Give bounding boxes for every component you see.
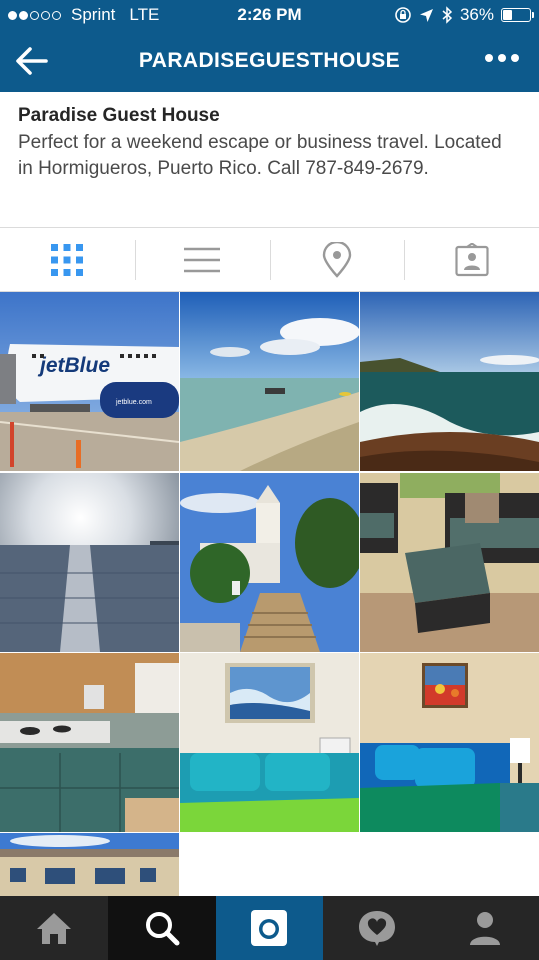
more-dot	[498, 54, 506, 62]
photo-tile-beach[interactable]	[180, 292, 359, 471]
activity-heart-icon	[359, 911, 396, 946]
nav-profile[interactable]	[431, 896, 539, 960]
grid-view-icon	[51, 243, 84, 276]
jetblue-url-text: jetblue.com	[115, 399, 152, 406]
nav-activity[interactable]	[323, 896, 431, 960]
photo-grid: jetblue.com jetBlue	[0, 292, 539, 896]
more-dot	[511, 54, 519, 62]
tab-map[interactable]	[269, 228, 405, 291]
status-bar: Sprint LTE 2:26 PM 36%	[0, 0, 539, 30]
photo-tile-church[interactable]	[180, 473, 359, 652]
bluetooth-icon	[442, 6, 453, 24]
battery-percent: 36%	[459, 5, 494, 24]
bottom-navigation	[0, 896, 539, 960]
page-title: PARADISEGUESTHOUSE	[138, 49, 401, 72]
location-pin-icon	[322, 241, 352, 278]
tab-tagged[interactable]	[404, 228, 539, 291]
location-arrow-icon	[419, 8, 433, 22]
camera-icon	[251, 910, 288, 946]
battery-icon	[501, 8, 534, 22]
nav-search[interactable]	[107, 896, 216, 960]
view-tabs	[0, 228, 539, 292]
search-icon	[145, 912, 180, 946]
photo-tile-bedroom-wave[interactable]	[180, 653, 359, 832]
jetblue-logo-text: jetBlue	[37, 354, 110, 377]
more-options-button[interactable]	[485, 54, 519, 62]
nav-camera[interactable]	[215, 896, 324, 960]
photo-tile-coast[interactable]	[360, 292, 539, 471]
status-right: 36%	[394, 5, 534, 25]
photo-tile-building[interactable]	[0, 833, 179, 896]
rotation-lock-icon	[395, 7, 411, 23]
profile-bio: Paradise Guest House Perfect for a weeke…	[0, 92, 539, 228]
more-dot	[485, 54, 493, 62]
profile-screen: Sprint LTE 2:26 PM 36% PARADISEGUESTHOUS…	[0, 0, 539, 960]
photo-tile-kitchen[interactable]	[0, 653, 179, 832]
profile-description: Perfect for a weekend escape or business…	[18, 132, 502, 179]
nav-home[interactable]	[0, 896, 108, 960]
tagged-photos-icon	[455, 242, 489, 276]
photo-tile-bedroom-flowers[interactable]	[360, 653, 539, 832]
tab-list[interactable]	[134, 228, 270, 291]
photo-tile-patio[interactable]	[360, 473, 539, 652]
profile-icon	[470, 912, 501, 945]
tab-grid[interactable]	[0, 228, 135, 291]
photo-tile-airplane[interactable]: jetblue.com jetBlue	[0, 292, 179, 471]
list-view-icon	[184, 247, 221, 272]
profile-name: Paradise Guest House	[18, 105, 220, 126]
home-icon	[36, 913, 71, 944]
photo-tile-sunset[interactable]	[0, 473, 179, 652]
nav-bar: PARADISEGUESTHOUSE	[0, 30, 539, 92]
